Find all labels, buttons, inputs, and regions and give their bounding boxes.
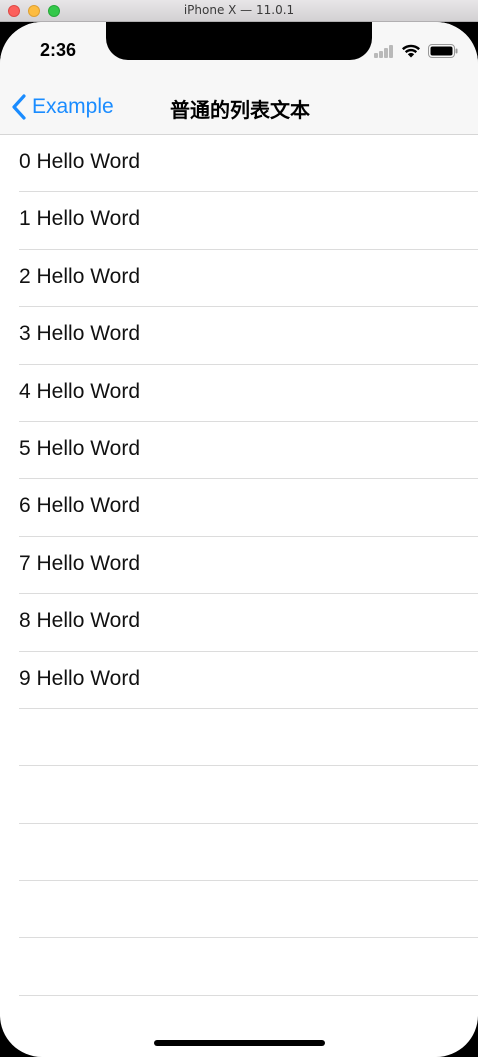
list-item[interactable]: 6 Hello Word xyxy=(0,479,478,537)
list-item[interactable]: 5 Hello Word xyxy=(0,422,478,480)
wifi-icon xyxy=(402,44,420,58)
cellular-signal-icon xyxy=(374,44,396,58)
device-notch xyxy=(106,22,372,60)
empty-list-row xyxy=(0,766,478,824)
navigation-bar: Example 普通的列表文本 xyxy=(0,82,478,135)
list-item-label: 1 Hello Word xyxy=(19,207,140,231)
table-view[interactable]: 0 Hello Word 1 Hello Word 2 Hello Word 3… xyxy=(0,135,478,996)
empty-list-row xyxy=(0,938,478,996)
status-time: 2:36 xyxy=(40,40,77,60)
empty-list-row xyxy=(0,824,478,882)
list-item[interactable]: 8 Hello Word xyxy=(0,594,478,652)
home-indicator[interactable] xyxy=(154,1040,325,1046)
battery-icon xyxy=(428,44,458,58)
window-titlebar: iPhone X — 11.0.1 xyxy=(0,0,478,22)
device-screen: 2:36 Example 普通的列表文本 0 Hello Word 1 Hell… xyxy=(0,22,478,1057)
list-item-label: 8 Hello Word xyxy=(19,609,140,633)
page-title: 普通的列表文本 xyxy=(170,100,310,122)
empty-list-row xyxy=(0,881,478,939)
list-item-label: 4 Hello Word xyxy=(19,379,140,403)
simulator-window: iPhone X — 11.0.1 2:36 Example 普通的列表文本 0… xyxy=(0,0,478,1057)
list-item-label: 9 Hello Word xyxy=(19,666,140,690)
list-item-label: 5 Hello Word xyxy=(19,436,140,460)
list-item[interactable]: 1 Hello Word xyxy=(0,192,478,250)
list-item[interactable]: 3 Hello Word xyxy=(0,307,478,365)
list-item[interactable]: 4 Hello Word xyxy=(0,365,478,422)
list-item[interactable]: 0 Hello Word xyxy=(0,135,478,193)
window-title: iPhone X — 11.0.1 xyxy=(183,3,295,17)
list-item-label: 3 Hello Word xyxy=(19,322,140,346)
empty-list-row xyxy=(0,709,478,767)
list-item-label: 6 Hello Word xyxy=(19,494,140,518)
list-item-label: 2 Hello Word xyxy=(19,264,140,288)
list-item-label: 0 Hello Word xyxy=(19,150,140,173)
list-item-label: 7 Hello Word xyxy=(19,551,140,575)
row-separator xyxy=(19,994,478,996)
list-item[interactable]: 9 Hello Word xyxy=(0,652,478,709)
list-item[interactable]: 2 Hello Word xyxy=(0,250,478,308)
list-item[interactable]: 7 Hello Word xyxy=(0,537,478,595)
